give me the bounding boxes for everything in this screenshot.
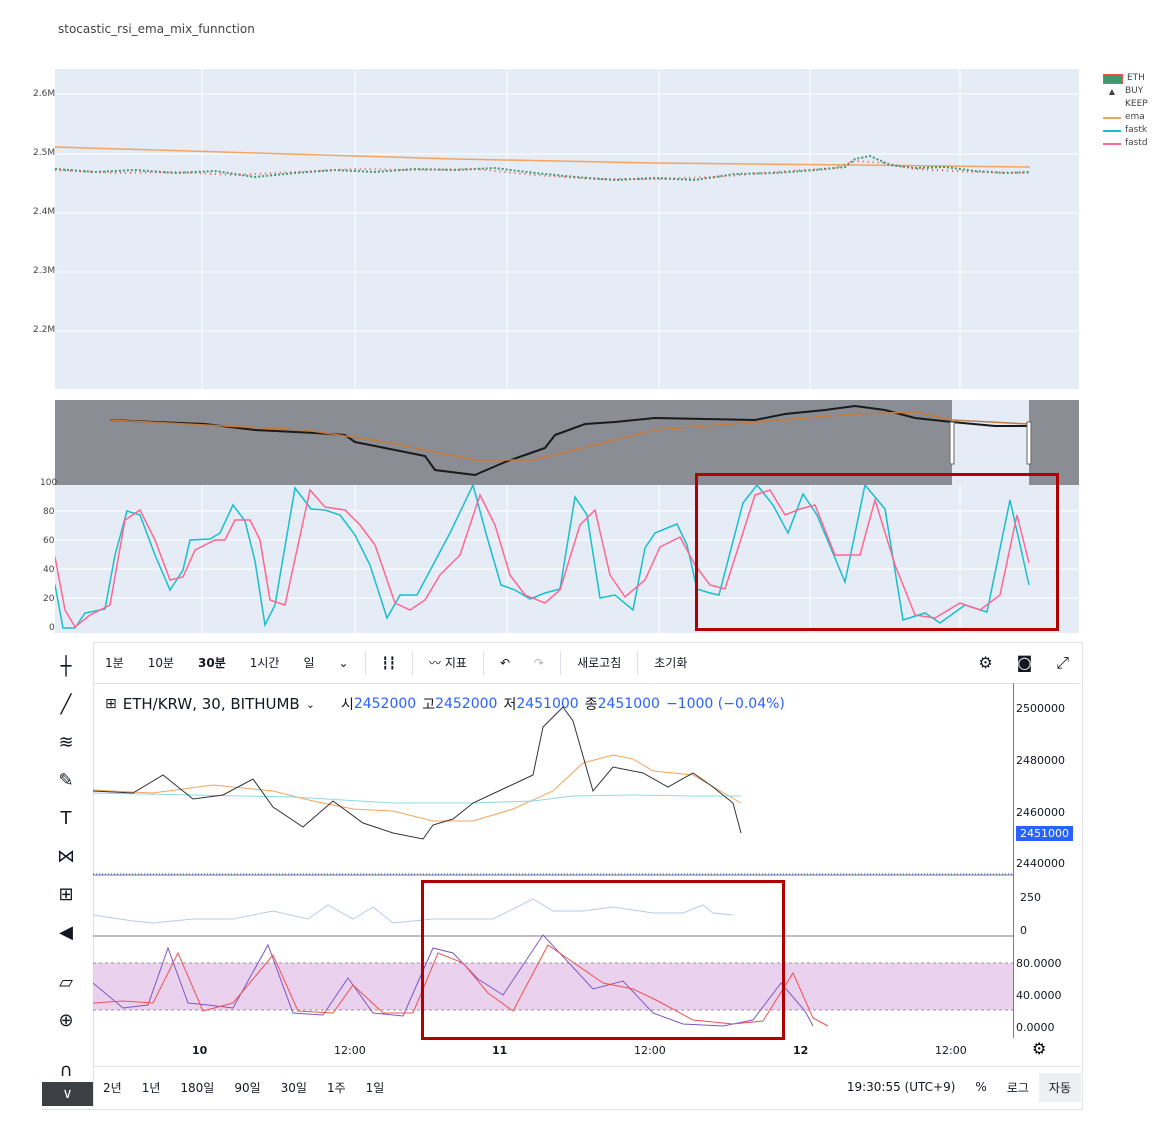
time-axis[interactable]: 10 12:00 11 12:00 12 12:00 — [93, 1038, 1013, 1064]
stoch-tick: 80.0000 — [1016, 957, 1062, 970]
time-tick: 11 — [492, 1044, 508, 1057]
log-toggle[interactable]: 로그 — [997, 1079, 1039, 1096]
ema-line — [92, 754, 742, 822]
legend-item-fastk[interactable]: fastk — [1103, 124, 1148, 137]
trend-line-icon[interactable]: ╱ — [50, 688, 82, 720]
reset-button[interactable]: 초기화 — [642, 642, 699, 683]
back-arrow-icon[interactable]: ◀ — [50, 916, 82, 948]
main-ytick: 2.4M — [33, 207, 56, 217]
page-title: stocastic_rsi_ema_mix_funnction — [58, 22, 255, 36]
interval-10m[interactable]: 10분 — [136, 642, 186, 683]
time-tick: 12:00 — [334, 1044, 366, 1057]
main-ytick: 2.6M — [33, 89, 56, 99]
stoch-ytick: 80 — [43, 507, 55, 517]
range-1y[interactable]: 1년 — [132, 1079, 171, 1096]
interval-30m[interactable]: 30분 — [186, 642, 238, 683]
price-tick: 2500000 — [1016, 702, 1065, 715]
range-2y[interactable]: 2년 — [93, 1079, 132, 1096]
legend-item-keep[interactable]: KEEP — [1103, 98, 1148, 111]
range-1d[interactable]: 1일 — [356, 1079, 395, 1096]
main-ytick: 2.5M — [33, 148, 56, 158]
price-axis[interactable]: 2500000 2480000 2460000 2451000 2440000 … — [1013, 683, 1082, 1038]
pattern-icon[interactable]: ⋈ — [50, 840, 82, 872]
range-1w[interactable]: 1주 — [317, 1079, 356, 1096]
time-tick: 12 — [793, 1044, 809, 1057]
indicator-icon: 〰 — [429, 656, 442, 670]
drawing-toolbar: ┼ ╱ ≋ ✎ T ⋈ ⊞ ◀ ▱ ⊕ ∩ ∨ — [42, 642, 94, 1108]
highlight-box-bottom — [421, 880, 785, 1040]
main-plot-svg — [54, 69, 1079, 389]
fullscreen-icon[interactable]: ⤢ — [1044, 642, 1081, 683]
clock[interactable]: 19:30:55 (UTC+9) — [837, 1080, 966, 1094]
range-90d[interactable]: 90일 — [224, 1079, 270, 1096]
brush-icon[interactable]: ✎ — [50, 764, 82, 796]
highlight-box-top — [695, 473, 1059, 631]
stoch-ytick: 60 — [43, 536, 55, 546]
range-toolbar: 2년 1년 180일 90일 30일 1주 1일 19:30:55 (UTC+9… — [93, 1066, 1081, 1107]
interval-day[interactable]: 일 — [291, 642, 326, 683]
stoch-ytick: 20 — [43, 594, 55, 604]
axis-settings-icon[interactable]: ⚙ — [1032, 1039, 1046, 1058]
current-price-tag: 2451000 — [1016, 826, 1073, 841]
interval-1h[interactable]: 1시간 — [238, 642, 292, 683]
legend-item-fastd[interactable]: fastd — [1103, 137, 1148, 150]
range-30d[interactable]: 30일 — [271, 1079, 317, 1096]
main-ytick: 2.3M — [33, 266, 56, 276]
undo-icon[interactable]: ↶ — [488, 642, 522, 683]
text-icon[interactable]: T — [50, 802, 82, 834]
auto-toggle[interactable]: 자동 — [1038, 1072, 1081, 1102]
camera-icon[interactable]: ◙ — [1005, 642, 1045, 683]
legend-item-ema[interactable]: ema — [1103, 111, 1148, 124]
refresh-button[interactable]: 새로고침 — [565, 642, 633, 683]
time-tick: 12:00 — [634, 1044, 666, 1057]
chevron-down-icon[interactable]: ⌄ — [327, 642, 361, 683]
main-plot[interactable] — [54, 69, 1079, 389]
stoch-ytick: 0 — [49, 623, 55, 633]
gear-icon[interactable]: ⚙ — [966, 642, 1004, 683]
range-180d[interactable]: 180일 — [170, 1079, 224, 1096]
stoch-tick: 0.0000 — [1016, 1021, 1055, 1034]
price-tick: 2480000 — [1016, 754, 1065, 767]
measure-icon[interactable]: ⊞ — [50, 878, 82, 910]
time-tick: 10 — [192, 1044, 208, 1057]
volume-tick: 0 — [1020, 924, 1027, 937]
redo-icon[interactable]: ↷ — [522, 642, 556, 683]
legend-item-eth[interactable]: ETH — [1103, 72, 1148, 85]
ruler-icon[interactable]: ▱ — [50, 966, 82, 998]
eth-candles-line — [54, 154, 1031, 182]
legend: ETH ▲ BUY KEEP ema fastk fastd — [1103, 72, 1148, 150]
interval-1m[interactable]: 1분 — [93, 642, 136, 683]
volume-tick: 250 — [1020, 891, 1041, 904]
stoch-ytick: 100 — [40, 478, 58, 488]
candle-style-icon[interactable]: ┇┇ — [370, 642, 408, 683]
main-ytick: 2.2M — [33, 325, 56, 335]
zoom-in-icon[interactable]: ⊕ — [50, 1004, 82, 1036]
legend-item-buy[interactable]: ▲ BUY — [1103, 85, 1148, 98]
price-tick: 2440000 — [1016, 857, 1065, 870]
indicator-button[interactable]: 〰 지표 — [417, 642, 479, 683]
interval-toolbar: 1분 10분 30분 1시간 일 ⌄ ┇┇ 〰 지표 ↶ ↷ 새로고침 초기화 … — [93, 642, 1081, 684]
fib-icon[interactable]: ≋ — [50, 726, 82, 758]
stoch-ytick: 40 — [43, 565, 55, 575]
stoch-tick: 40.0000 — [1016, 989, 1062, 1002]
price-line — [92, 706, 742, 840]
time-tick: 12:00 — [935, 1044, 967, 1057]
percent-toggle[interactable]: % — [965, 1080, 996, 1094]
collapse-toolbar-button[interactable]: ∨ — [42, 1082, 93, 1106]
price-tick: 2460000 — [1016, 806, 1065, 819]
crosshair-icon[interactable]: ┼ — [50, 650, 82, 682]
ema-line — [54, 146, 1031, 168]
